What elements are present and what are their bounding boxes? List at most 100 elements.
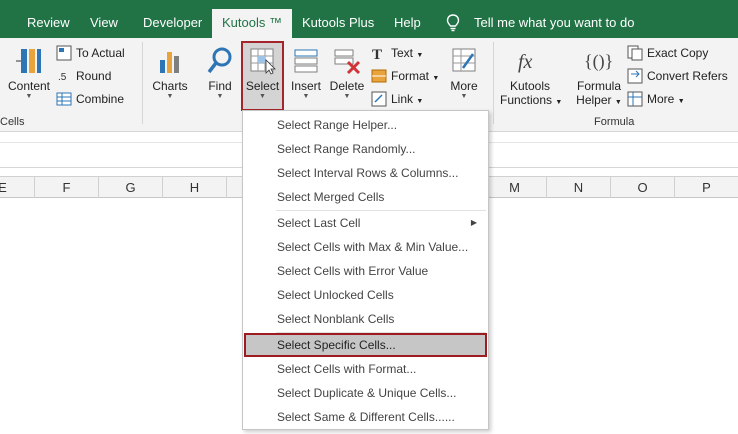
column-header-e[interactable]: E bbox=[0, 177, 35, 198]
tab-kutools-plus[interactable]: Kutools Plus bbox=[302, 0, 374, 38]
round-button[interactable]: .5 Round bbox=[56, 66, 136, 86]
charts-label: Charts bbox=[152, 79, 188, 93]
charts-icon bbox=[160, 52, 179, 73]
column-header-p[interactable]: P bbox=[675, 177, 738, 198]
find-button[interactable]: Find ▼ bbox=[200, 46, 240, 101]
more-formula-button[interactable]: More ▼ bbox=[627, 89, 737, 109]
group-label-formula: Formula bbox=[594, 116, 635, 128]
link-button[interactable]: Link ▼ bbox=[371, 89, 441, 109]
select-grid-icon bbox=[250, 48, 276, 75]
group-separator bbox=[142, 42, 143, 124]
tab-developer[interactable]: Developer bbox=[143, 0, 202, 38]
menu-item-select-max-min[interactable]: Select Cells with Max & Min Value... bbox=[244, 235, 487, 259]
chevron-down-icon: ▼ bbox=[166, 93, 174, 100]
round-label: Round bbox=[76, 69, 112, 83]
column-header-n[interactable]: N bbox=[547, 177, 611, 198]
exact-copy-button[interactable]: Exact Copy bbox=[627, 43, 737, 63]
more-button[interactable]: More ▼ bbox=[444, 46, 484, 101]
insert-icon bbox=[294, 49, 318, 73]
find-label: Find bbox=[208, 79, 232, 93]
menu-item-select-error-value[interactable]: Select Cells with Error Value bbox=[244, 259, 487, 283]
tell-me-search[interactable]: Tell me what you want to do bbox=[474, 0, 634, 38]
text-button[interactable]: T Text ▼ bbox=[371, 43, 441, 63]
link-icon bbox=[371, 91, 387, 107]
combine-icon bbox=[56, 92, 72, 106]
delete-label: Delete bbox=[329, 79, 365, 93]
menu-item-select-last-cell[interactable]: Select Last Cell ▶ bbox=[244, 211, 487, 235]
menu-item-select-duplicate-unique[interactable]: Select Duplicate & Unique Cells... bbox=[244, 381, 487, 405]
menu-item-select-last-cell-label: Select Last Cell bbox=[277, 216, 361, 230]
copy-icon bbox=[627, 45, 643, 61]
menu-item-select-specific-cells[interactable]: Select Specific Cells... bbox=[244, 333, 487, 357]
group-separator bbox=[493, 42, 494, 124]
column-header-h[interactable]: H bbox=[163, 177, 227, 198]
more-icon bbox=[452, 48, 476, 72]
convert-refers-label: Convert Refers bbox=[647, 69, 728, 83]
menu-item-select-merged-cells[interactable]: Select Merged Cells bbox=[244, 185, 487, 209]
insert-button[interactable]: Insert ▼ bbox=[287, 46, 325, 101]
select-button-content[interactable]: Select ▼ bbox=[243, 46, 282, 101]
tab-help[interactable]: Help bbox=[394, 0, 421, 38]
formula-helper-button[interactable]: {()} Formula Helper ▼ bbox=[572, 46, 626, 107]
delete-button[interactable]: Delete ▼ bbox=[328, 46, 366, 101]
combine-label: Combine bbox=[76, 92, 125, 106]
to-actual-icon bbox=[56, 45, 72, 61]
menu-item-select-range-helper[interactable]: Select Range Helper... bbox=[244, 113, 487, 137]
menu-item-select-interval-rows-columns[interactable]: Select Interval Rows & Columns... bbox=[244, 161, 487, 185]
chevron-down-icon: ▼ bbox=[460, 93, 468, 100]
format-button[interactable]: Format ▼ bbox=[371, 66, 441, 86]
charts-button[interactable]: Charts ▼ bbox=[150, 46, 190, 101]
menu-item-select-unlocked-cells[interactable]: Select Unlocked Cells bbox=[244, 283, 487, 307]
combine-button[interactable]: Combine bbox=[56, 89, 136, 109]
tab-kutools[interactable]: Kutools ™ bbox=[212, 9, 292, 38]
column-header-f[interactable]: F bbox=[35, 177, 99, 198]
chevron-down-icon: ▼ bbox=[343, 93, 351, 100]
format-icon bbox=[371, 69, 387, 83]
lightbulb-icon bbox=[446, 14, 460, 32]
column-header-o[interactable]: O bbox=[611, 177, 675, 198]
menu-item-select-same-different[interactable]: Select Same & Different Cells...... bbox=[244, 405, 487, 429]
more-grid-icon bbox=[627, 91, 643, 107]
content-button[interactable]: Content ▼ bbox=[6, 46, 52, 101]
insert-label: Insert bbox=[290, 79, 321, 93]
ribbon-tab-bar: Review View Developer Kutools ™ Kutools … bbox=[0, 0, 738, 38]
svg-text:fx: fx bbox=[518, 51, 533, 73]
exact-copy-label: Exact Copy bbox=[647, 46, 709, 60]
chevron-down-icon: ▼ bbox=[25, 93, 33, 100]
formula-helper-label-1: Formula bbox=[576, 79, 621, 93]
to-actual-label: To Actual bbox=[76, 46, 125, 60]
to-actual-button[interactable]: To Actual bbox=[56, 43, 136, 63]
kutools-functions-button[interactable]: fx Kutools Functions ▼ bbox=[500, 46, 563, 107]
convert-refers-button[interactable]: Convert Refers bbox=[627, 66, 737, 86]
tab-review[interactable]: Review bbox=[27, 0, 70, 38]
more-label: More bbox=[450, 79, 478, 93]
delete-icon bbox=[334, 49, 361, 75]
formula-braces-icon: {()} bbox=[584, 51, 613, 72]
function-fx-icon: fx bbox=[518, 51, 533, 73]
round-icon: .5 bbox=[58, 72, 67, 83]
column-header-g[interactable]: G bbox=[99, 177, 163, 198]
more-formula-label: More ▼ bbox=[647, 92, 685, 106]
text-icon: T bbox=[372, 47, 382, 61]
content-label: Content bbox=[7, 79, 51, 93]
svg-text:T: T bbox=[372, 47, 382, 61]
menu-item-select-nonblank-cells[interactable]: Select Nonblank Cells bbox=[244, 307, 487, 331]
select-label: Select bbox=[245, 79, 280, 93]
group-label-cells: Cells bbox=[0, 116, 25, 128]
chevron-down-icon: ▼ bbox=[216, 93, 224, 100]
chevron-down-icon: ▼ bbox=[259, 93, 266, 100]
content-icon bbox=[16, 49, 41, 73]
tab-view[interactable]: View bbox=[90, 0, 118, 38]
menu-item-select-range-randomly[interactable]: Select Range Randomly... bbox=[244, 137, 487, 161]
search-icon bbox=[207, 47, 232, 74]
format-label: Format ▼ bbox=[391, 69, 440, 83]
kutools-functions-label-2: Functions ▼ bbox=[500, 93, 563, 107]
text-label: Text ▼ bbox=[391, 46, 424, 60]
kutools-functions-label-1: Kutools bbox=[509, 79, 551, 93]
menu-item-select-cells-with-format[interactable]: Select Cells with Format... bbox=[244, 357, 487, 381]
column-header-m[interactable]: M bbox=[483, 177, 547, 198]
link-label: Link ▼ bbox=[391, 92, 424, 106]
svg-text:{()}: {()} bbox=[584, 51, 613, 72]
submenu-arrow-icon: ▶ bbox=[470, 218, 477, 227]
convert-refers-icon bbox=[627, 68, 643, 84]
